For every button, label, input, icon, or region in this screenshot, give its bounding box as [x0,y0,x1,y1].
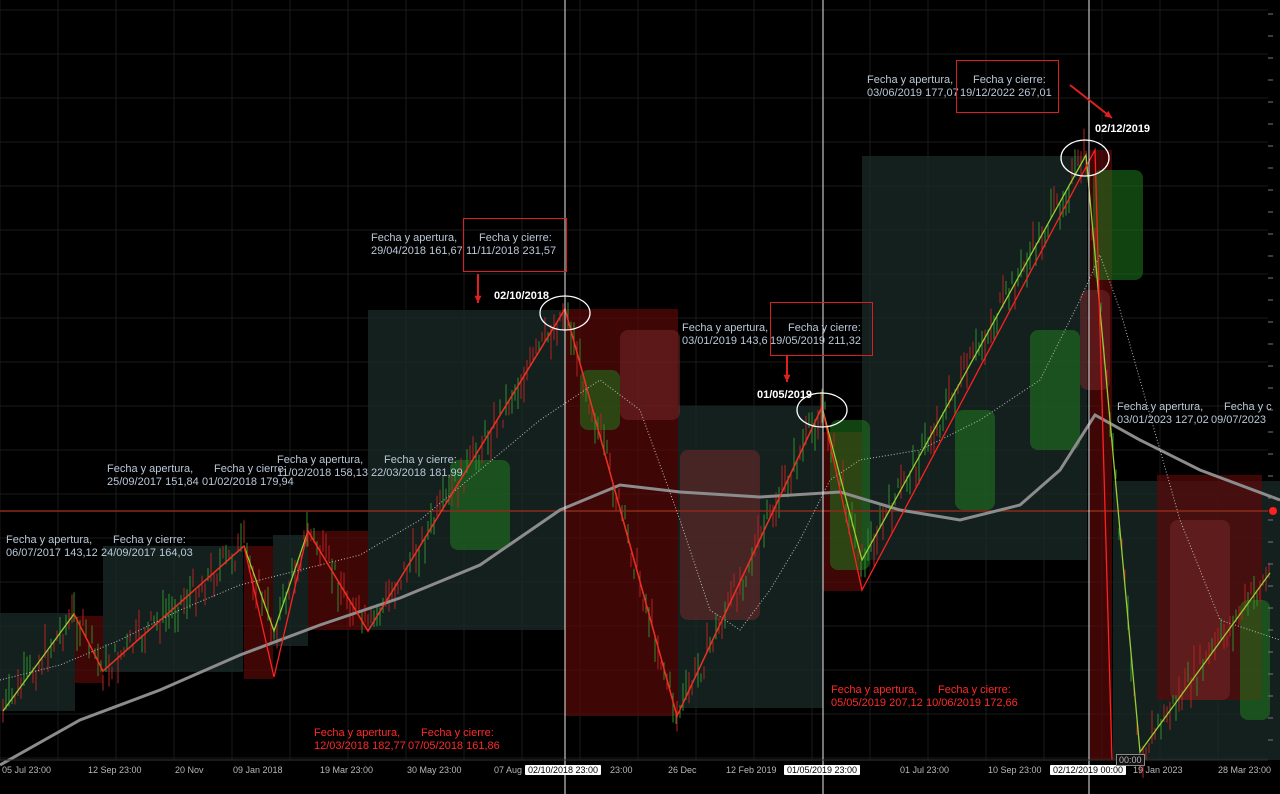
x-tick: 05 Jul 23:00 [2,765,52,775]
open-value: 11/02/2018 158,13 [277,467,368,479]
annotation-6: Fecha y apertura, 03/01/2019 143,6 [682,322,768,348]
x-tick: 19 Jan 2023 [1133,765,1183,775]
close-label: Fecha y cierre: [938,684,1011,696]
x-tick: 09 Jan 2018 [233,765,283,775]
cloud-bullish [1240,600,1270,720]
annotation-9-close: Fecha y c 09/07/2023 [1211,401,1272,427]
close-label: Fecha y cierre: [384,454,457,466]
x-tick: 01 Jul 23:00 [900,765,950,775]
open-label: Fecha y apertura, [6,534,93,546]
annotation-5-close: Fecha y cierre: 07/05/2018 161,86 [408,727,500,753]
close-label: Fecha y c [1224,401,1272,413]
x-tick: 07 Aug [494,765,523,775]
close-value: 07/05/2018 161,86 [408,740,500,752]
open-label: Fecha y apertura, [1117,401,1204,413]
x-tick: 20 Nov [175,765,204,775]
x-tick-highlight: 02/12/2019 00:00 [1050,765,1127,775]
open-value: 06/07/2017 143,12 [6,547,98,559]
arrow-head [783,374,791,382]
cloud-bearish [680,450,760,620]
annotation-5: Fecha y apertura, 12/03/2018 182,77 [314,727,406,753]
x-tick-highlight: 02/10/2018 23:00 [525,765,602,775]
close-label: Fecha y cierre: [421,727,494,739]
annotation-1: Fecha y apertura, 06/07/2017 143,12 [6,534,98,560]
annotation-6-close: Fecha y cierre: 19/05/2019 211,32 [770,322,861,348]
arrow-head [474,295,482,303]
open-value: 25/09/2017 151,84 [107,476,199,488]
marker-label-2: 01/05/2019 [757,389,813,401]
annotation-2: Fecha y apertura, 25/09/2017 151,84 [107,463,199,489]
annotation-8: Fecha y apertura, 03/06/2019 177,07 [867,74,959,100]
annotation-7: Fecha y apertura, 05/05/2019 207,12 [831,684,923,710]
open-value: 29/04/2018 161,67 [371,245,463,257]
open-value: 03/06/2019 177,07 [867,87,959,99]
cloud-bearish [620,330,680,420]
x-tick: 19 Mar 23:00 [320,765,374,775]
cloud-bullish [1093,170,1143,280]
close-label: Fecha y cierre: [479,232,552,244]
open-label: Fecha y apertura, [867,74,954,86]
close-label: Fecha y cierre: [788,322,861,334]
cloud-bullish [1030,330,1080,450]
arrow-line [1069,84,1113,119]
x-tick: 26 Dec [668,765,697,775]
x-tick-highlight: 01/05/2019 23:00 [784,765,861,775]
annotation-7-close: Fecha y cierre: 10/06/2019 172,66 [926,684,1018,710]
close-value: 11/11/2018 231,57 [466,245,557,257]
x-tick: 28 Mar 23:00 [1218,765,1272,775]
open-label: Fecha y apertura, [277,454,364,466]
cloud-bearish [1170,520,1230,700]
open-label: Fecha y apertura, [682,322,769,334]
open-label: Fecha y apertura, [314,727,401,739]
marker-label-1: 02/10/2018 [494,290,550,302]
open-value: 03/01/2023 127,02 [1117,414,1209,426]
open-value: 05/05/2019 207,12 [831,697,923,709]
price-chart[interactable] [0,0,1280,794]
close-label: Fecha y cierre: [214,463,287,475]
close-label: Fecha y cierre: [113,534,186,546]
close-value: 24/09/2017 164,03 [101,547,193,559]
cloud-bullish [955,410,995,510]
annotation-3: Fecha y apertura, 11/02/2018 158,13 [277,454,368,480]
x-tick: 12 Feb 2019 [726,765,777,775]
open-label: Fecha y apertura, [831,684,918,696]
close-label: Fecha y cierre: [973,74,1046,86]
annotation-3-close: Fecha y cierre: 22/03/2018 181,99 [371,454,463,480]
annotation-4: Fecha y apertura, 29/04/2018 161,67 [371,232,463,258]
annotation-9: Fecha y apertura, 03/01/2023 127,02 [1117,401,1209,427]
close-value: 22/03/2018 181,99 [371,467,463,479]
annotation-1-close: Fecha y cierre: 24/09/2017 164,03 [101,534,193,560]
close-value: 10/06/2019 172,66 [926,697,1018,709]
open-value: 12/03/2018 182,77 [314,740,406,752]
close-value: 19/12/2022 267,01 [960,87,1052,99]
marker-label-3: 02/12/2019 [1095,123,1151,135]
close-value: 09/07/2023 [1211,414,1267,426]
x-tick: 12 Sep 23:00 [88,765,142,775]
open-label: Fecha y apertura, [371,232,458,244]
price-marker [1269,507,1277,515]
x-tick: 10 Sep 23:00 [988,765,1042,775]
annotation-4-close: Fecha y cierre: 11/11/2018 231,57 [466,232,556,258]
annotation-8-close: Fecha y cierre: 19/12/2022 267,01 [960,74,1052,100]
x-tick: 23:00 [610,765,633,775]
x-tick: 30 May 23:00 [407,765,462,775]
open-value: 03/01/2019 143,6 [682,335,768,347]
close-value: 19/05/2019 211,32 [770,335,861,347]
open-label: Fecha y apertura, [107,463,194,475]
